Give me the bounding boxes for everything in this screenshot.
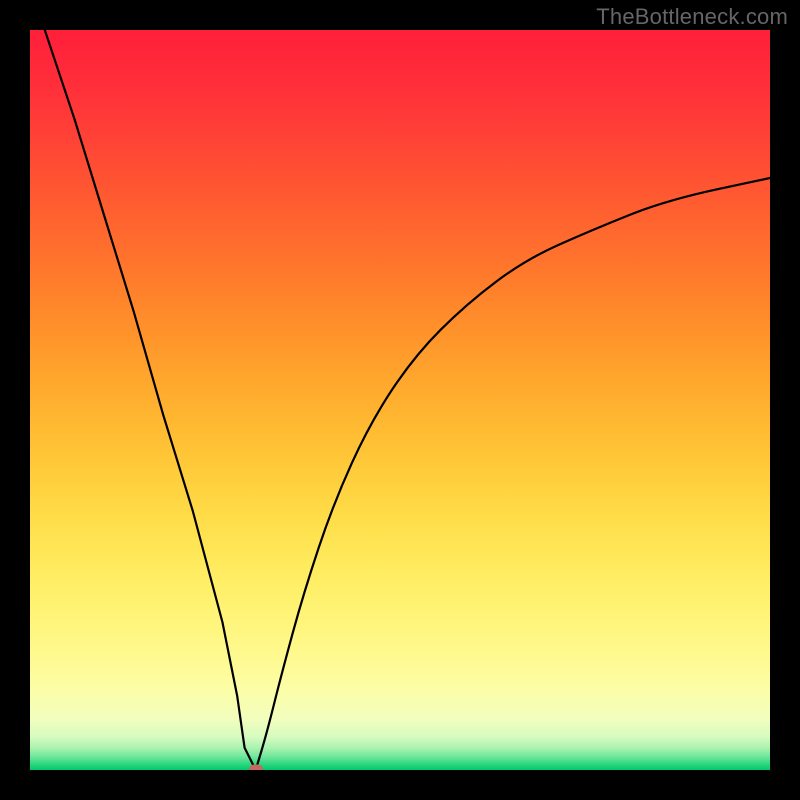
watermark-text: TheBottleneck.com [596, 4, 788, 30]
optimum-marker [249, 765, 263, 771]
chart-frame: TheBottleneck.com [0, 0, 800, 800]
plot-area [30, 30, 770, 770]
bottleneck-curve [30, 30, 770, 770]
